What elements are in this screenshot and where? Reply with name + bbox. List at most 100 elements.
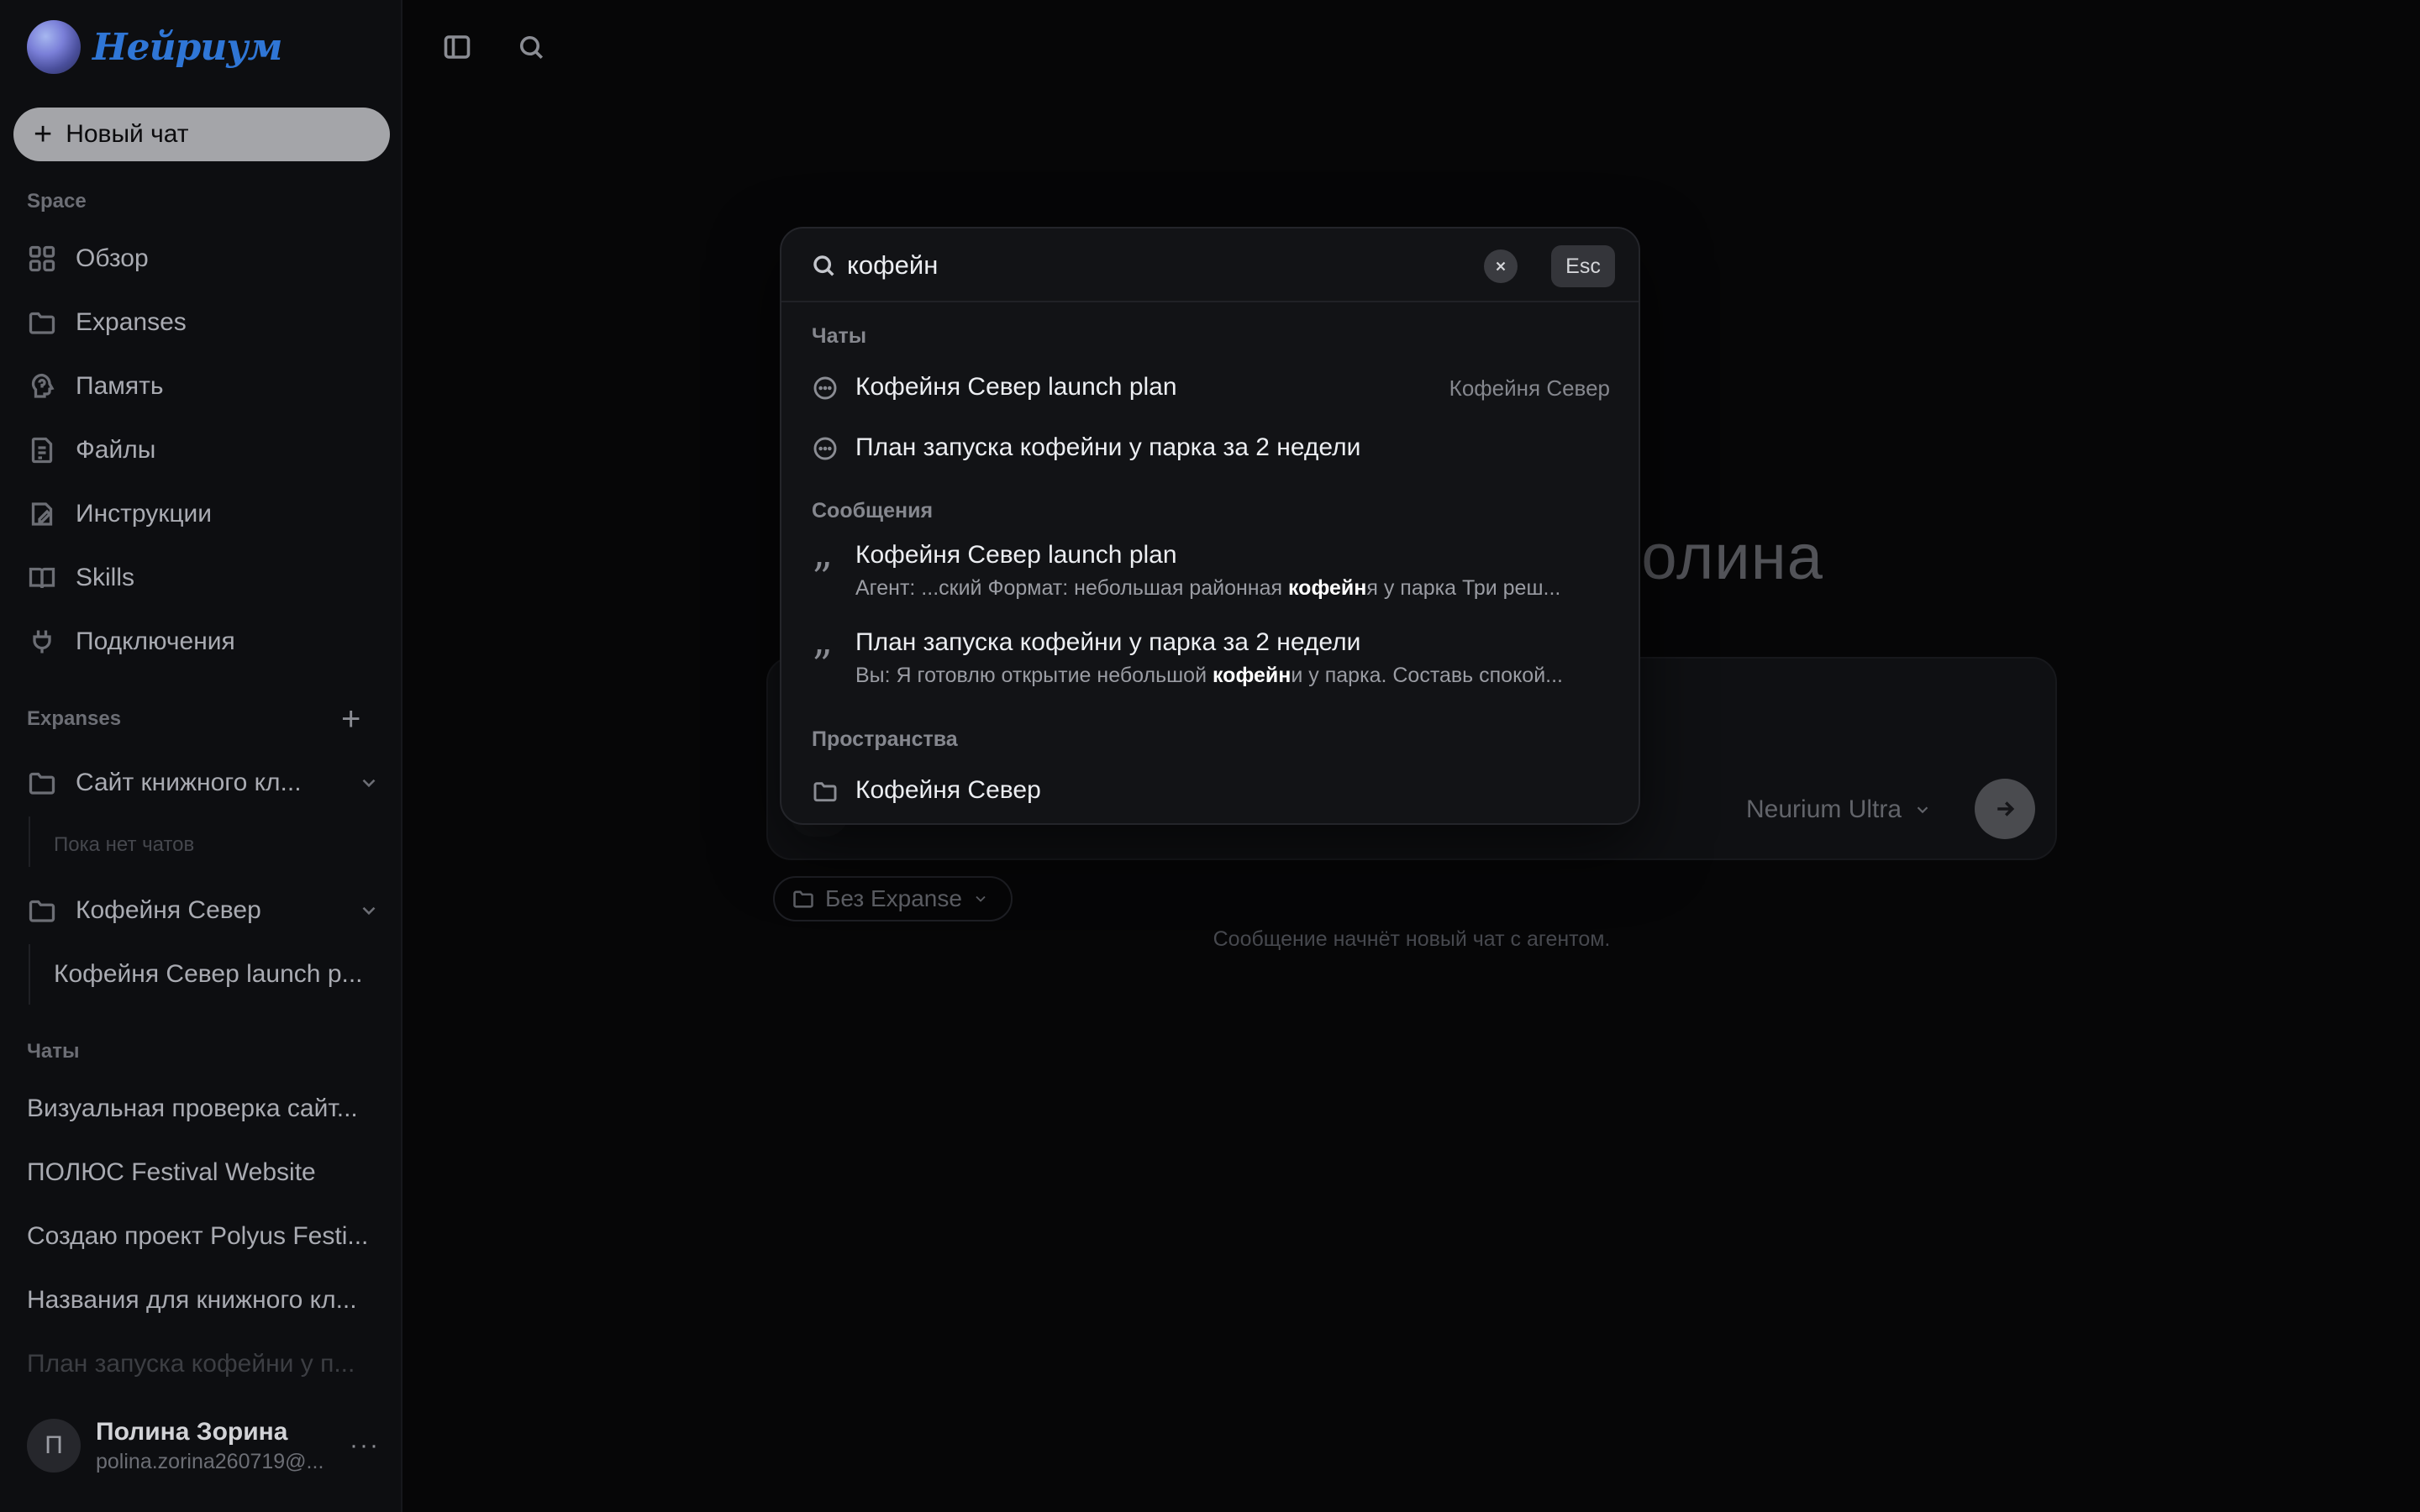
clear-search-button[interactable] [1484,249,1518,283]
toggle-sidebar-icon[interactable] [442,32,472,62]
folder-icon [793,890,813,908]
nav-item-label: Skills [76,564,135,591]
user-profile[interactable]: П Полина Зорина polina.zorina260719@... … [27,1416,380,1475]
expanse-chat-item[interactable]: Кофейня Север launch p... [54,951,380,998]
chat-item[interactable]: ПОЛЮС Festival Website [27,1149,380,1196]
message-result[interactable]: ” Кофейня Север launch plan Агент: ...ск… [781,533,1639,620]
sidebar: Нейриум + Новый чат Space Обзор Expanses… [0,0,402,1512]
nav-item-label: Подключения [76,627,235,655]
chat-result-title: Кофейня Север launch plan [855,373,1177,401]
expanse-item[interactable]: Сайт книжного кл... [27,759,380,806]
expanse-select-chip[interactable]: Без Expanse [773,876,1013,921]
user-name: Полина Зорина [96,1417,288,1446]
book-icon [29,567,55,589]
chat-item[interactable]: План запуска кофейни у п... [27,1341,380,1388]
space-result[interactable]: Кофейня Север [781,761,1639,822]
add-expanse-button[interactable]: + [341,702,360,736]
results-group-messages: Сообщения [812,499,934,522]
chat-bubble-icon [813,437,837,460]
chevron-down-icon [976,895,986,902]
search-input[interactable] [847,242,1385,289]
nav-item-label: Expanses [76,308,187,336]
model-select-label: Neurium Ultra [1746,795,1902,823]
folder-icon [813,782,837,802]
chats-section-label: Чаты [27,1040,80,1063]
space-result-title: Кофейня Север [855,776,1041,804]
chat-item[interactable]: Создаю проект Polyus Festi... [27,1213,380,1260]
new-chat-button[interactable]: + Новый чат [13,108,390,161]
logo[interactable]: Нейриум [27,20,282,74]
model-select[interactable]: Neurium Ultra [1746,793,1932,827]
message-result[interactable]: ” План запуска кофейни у парка за 2 неде… [781,620,1639,707]
snippet-text: Вы: Я готовлю открытие небольшой [855,664,1213,687]
space-section-label: Space [27,190,87,213]
search-icon[interactable] [516,32,546,62]
nav-item-label: Файлы [76,436,156,464]
arrow-right-icon [1997,801,2015,816]
expanses-section-label: Expanses [27,707,122,730]
nav-item-label: Инструкции [76,500,213,528]
results-group-chats: Чаты [812,324,867,348]
snippet-text: я у парка Три реш... [1366,576,1561,600]
folder-icon [29,312,55,334]
file-icon [31,437,53,464]
instructions-icon [31,502,53,526]
results-group-spaces: Пространства [812,727,958,751]
nav-item-skills[interactable]: Skills [27,554,134,601]
folder-icon [29,900,55,922]
plug-icon [33,630,51,654]
quote-icon: ” [812,554,833,601]
new-chat-label: Новый чат [66,120,189,148]
snippet-text: и у парка. Составь спокой... [1291,664,1564,687]
nav-item-overview[interactable]: Обзор [27,235,149,282]
user-email: polina.zorina260719@... [96,1449,324,1473]
chat-result-expanse: Кофейня Север [1449,375,1610,401]
chat-result-title: План запуска кофейни у парка за 2 недели [855,433,1361,461]
nav-item-label: Память [76,372,164,400]
chat-result[interactable]: Кофейня Север launch plan Кофейня Север [781,358,1639,418]
message-result-title: Кофейня Север launch plan [855,541,1177,569]
snippet-match: кофейн [1213,664,1292,687]
user-menu-button[interactable]: ··· [350,1431,380,1460]
expanse-empty-text: Пока нет чатов [54,833,195,856]
nav-item-label: Обзор [76,244,149,272]
brain-icon [31,373,55,398]
plus-icon: + [34,117,53,152]
expanse-item-label: Сайт книжного кл... [76,769,302,796]
tree-line [29,944,30,1005]
search-modal: Esc Чаты Кофейня Север launch plan Кофей… [780,227,1640,825]
nav-item-memory[interactable]: Память [27,363,164,410]
expanse-chip-label: Без Expanse [825,885,962,911]
search-icon [813,255,834,276]
nav-item-files[interactable]: Файлы [27,427,155,474]
composer-hint: Сообщение начнёт новый чат с агентом. [1213,927,1611,951]
snippet-match: кофейн [1287,576,1367,600]
search-bar: Esc [781,228,1639,302]
chevron-down-icon[interactable] [358,900,380,921]
chevron-down-icon[interactable] [358,772,380,794]
message-result-snippet: Агент: ...ский Формат: небольшая районна… [855,576,1610,601]
expanse-item[interactable]: Кофейня Север [27,887,380,934]
tree-line [29,816,30,867]
folder-icon [29,772,55,795]
send-button[interactable] [1975,779,2035,839]
nav-item-expanses[interactable]: Expanses [27,299,187,346]
message-result-snippet: Вы: Я готовлю открытие небольшой кофейни… [855,664,1610,688]
chevron-down-icon [1917,806,1928,814]
nav-item-connections[interactable]: Подключения [27,618,235,665]
logo-text: Нейриум [92,25,282,69]
chat-bubble-icon [813,376,837,400]
chat-result[interactable]: План запуска кофейни у парка за 2 недели [781,418,1639,479]
esc-button[interactable]: Esc [1551,245,1615,287]
quote-icon: ” [812,642,833,689]
chat-item[interactable]: Названия для книжного кл... [27,1277,380,1324]
avatar: П [27,1419,81,1473]
message-result-title: План запуска кофейни у парка за 2 недели [855,628,1361,656]
nav-item-instructions[interactable]: Инструкции [27,491,212,538]
user-info: Полина Зорина polina.zorina260719@... [96,1418,334,1474]
chat-item[interactable]: Визуальная проверка сайт... [27,1085,380,1132]
grid-icon [29,245,55,272]
snippet-text: Агент: ...ский Формат: небольшая районна… [855,576,1288,600]
close-icon [1496,261,1506,271]
expanse-item-label: Кофейня Север [76,896,261,924]
